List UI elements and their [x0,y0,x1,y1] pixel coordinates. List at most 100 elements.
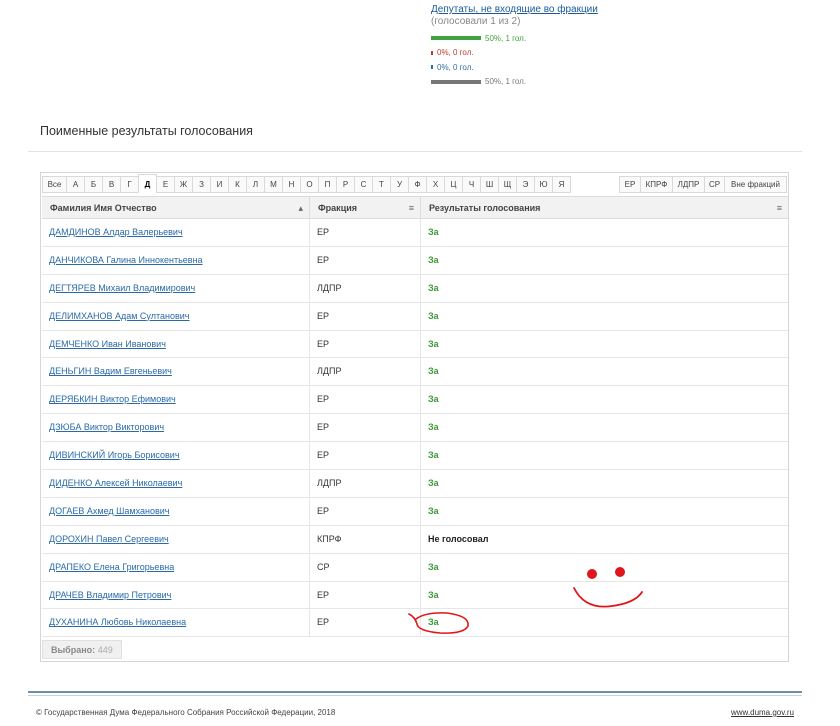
column-header-faction-label: Фракция [318,203,358,213]
cell-result: За [428,617,439,628]
letter-tab-11[interactable]: Л [246,176,265,193]
letter-tab-6[interactable]: Е [156,176,175,193]
column-header-faction[interactable]: Фракция ≡ [310,197,421,218]
cell-name: ДОРОХИН Павел Сергеевич [42,525,310,553]
letter-tab-8[interactable]: З [192,176,211,193]
cell-faction: СР [310,553,421,581]
footer-divider-thin [28,695,802,696]
letter-tab-19[interactable]: У [390,176,409,193]
letter-tab-2[interactable]: Б [84,176,103,193]
cell-name: ДЕМЧЕНКО Иван Иванович [42,330,310,358]
deputy-link[interactable]: ДЕГТЯРЕВ Михаил Владимирович [49,283,195,293]
letter-tab-all[interactable]: Все [42,176,67,193]
letter-tab-24[interactable]: Ш [480,176,499,193]
deputy-link[interactable]: ДИВИНСКИЙ Игорь Борисович [49,450,180,460]
column-menu-icon[interactable]: ≡ [409,197,414,219]
faction-button[interactable]: ЕР [619,176,641,193]
copyright: © Государственная Дума Федерального Собр… [36,708,336,717]
letter-tab-17[interactable]: С [354,176,373,193]
table-row: ДЕРЯБКИН Виктор Ефимович ЕР За [42,386,788,415]
deputy-link[interactable]: ДИДЕНКО Алексей Николаевич [49,478,182,488]
deputy-link[interactable]: ДЕЛИМХАНОВ Адам Султанович [49,311,189,321]
letter-tab-1[interactable]: А [66,176,85,193]
cell-faction: ЛДПР [310,274,421,302]
deputy-link[interactable]: ДРАЧЕВ Владимир Петрович [49,590,171,600]
letter-tab-12[interactable]: М [264,176,283,193]
letter-tab-3[interactable]: В [102,176,121,193]
faction-filter: ЕР КПРФ ЛДПР СР Вне фракций [619,176,787,193]
cell-faction: ЛДПР [310,358,421,386]
deputy-link[interactable]: ДЕРЯБКИН Виктор Ефимович [49,394,176,404]
divider [28,151,802,152]
faction-summary-subtitle: (голосовали 1 из 2) [431,16,521,27]
column-menu-icon[interactable]: ≡ [777,197,782,219]
letter-tab-27[interactable]: Ю [534,176,553,193]
cell-faction: ЕР [310,219,421,246]
faction-button[interactable]: КПРФ [640,176,673,193]
cell-faction: ЛДПР [310,470,421,497]
cell-faction: ЕР [310,330,421,358]
sort-asc-icon[interactable]: ▴ [298,197,303,219]
cell-faction: ЕР [310,581,421,609]
deputy-link[interactable]: ДРАПЕКО Елена Григорьевна [49,562,174,572]
vote-stat-against: 0%, 0 гол. [431,46,731,61]
cell-name: ДРАЧЕВ Владимир Петрович [42,581,310,609]
cell-name: ДУХАНИНА Любовь Николаевна [42,609,310,637]
table-row: ДУХАНИНА Любовь Николаевна ЕР За [42,609,788,638]
cell-result: За [428,450,439,461]
site-link[interactable]: www.duma.gov.ru [731,708,794,717]
letter-tab-16[interactable]: Р [336,176,355,193]
letter-tab-22[interactable]: Ц [444,176,463,193]
cell-result: За [428,394,439,405]
letter-tab-7[interactable]: Ж [174,176,193,193]
table-row: ДРАЧЕВ Владимир Петрович ЕР За [42,581,788,610]
column-header-name[interactable]: Фамилия Имя Отчество ▴ [42,197,310,218]
letter-tab-10[interactable]: К [228,176,247,193]
table-row: ДОГАЕВ Ахмед Шамханович ЕР За [42,497,788,526]
vote-stat-bar [431,65,433,70]
letter-tab-28[interactable]: Я [552,176,571,193]
letter-tab-14[interactable]: О [300,176,319,193]
cell-faction: КПРФ [310,525,421,553]
faction-button[interactable]: СР [704,176,725,193]
letter-tab-26[interactable]: Э [516,176,535,193]
vote-stat-bar [431,50,433,55]
deputy-link[interactable]: ДУХАНИНА Любовь Николаевна [49,617,186,627]
faction-button[interactable]: ЛДПР [672,176,705,193]
letter-tab-21[interactable]: Х [426,176,445,193]
deputy-link[interactable]: ДОРОХИН Павел Сергеевич [49,534,169,544]
table-row: ДЕГТЯРЕВ Михаил Владимирович ЛДПР За [42,274,788,303]
table-row: ДЗЮБА Виктор Викторович ЕР За [42,414,788,443]
letter-tab-25[interactable]: Щ [498,176,517,193]
letter-tab-18[interactable]: Т [372,176,391,193]
cell-result: За [428,227,439,237]
cell-name: ДАМДИНОВ Алдар Валерьевич [42,219,310,246]
vote-stat-label: 0%, 0 гол. [437,62,474,72]
deputy-link[interactable]: ДЕНЬГИН Вадим Евгеньевич [49,366,172,376]
faction-button[interactable]: Вне фракций [724,176,787,193]
table-row: ДИВИНСКИЙ Игорь Борисович ЕР За [42,442,788,471]
letter-tab-20[interactable]: Ф [408,176,427,193]
cell-name: ДЕГТЯРЕВ Михаил Владимирович [42,274,310,302]
faction-summary-title[interactable]: Депутаты, не входящие во фракции [431,4,731,16]
selected-label: Выбрано: [51,645,96,655]
table-row: ДОРОХИН Павел Сергеевич КПРФ Не голосовал [42,525,788,554]
vote-stat-label: 50%, 1 гол. [485,33,527,43]
cell-name: ДЕЛИМХАНОВ Адам Султанович [42,302,310,330]
cell-name: ДИВИНСКИЙ Игорь Борисович [42,442,310,470]
column-header-result[interactable]: Результаты голосования ≡ [421,197,788,218]
deputy-link[interactable]: ДАМДИНОВ Алдар Валерьевич [49,227,183,237]
deputy-link[interactable]: ДЕМЧЕНКО Иван Иванович [49,339,166,349]
deputy-link[interactable]: ДЗЮБА Виктор Викторович [49,422,164,432]
table-header: Фамилия Имя Отчество ▴ Фракция ≡ Результ… [42,196,788,219]
letter-tab-9[interactable]: И [210,176,229,193]
deputy-link[interactable]: ДАНЧИКОВА Галина Иннокентьевна [49,255,203,265]
letter-tab-5[interactable]: Д [138,174,157,193]
selection-info: Выбрано: 449 [42,640,122,659]
letter-tab-23[interactable]: Ч [462,176,481,193]
letter-tab-13[interactable]: Н [282,176,301,193]
deputy-link[interactable]: ДОГАЕВ Ахмед Шамханович [49,506,169,516]
letter-tab-15[interactable]: П [318,176,337,193]
letter-tab-4[interactable]: Г [120,176,139,193]
cell-name: ДИДЕНКО Алексей Николаевич [42,470,310,497]
